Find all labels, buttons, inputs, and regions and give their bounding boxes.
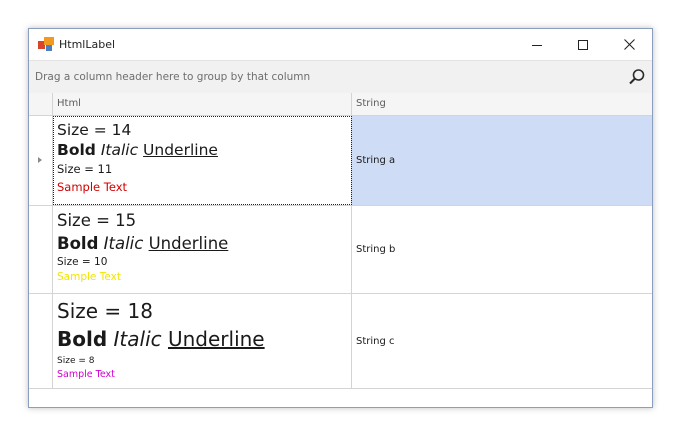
italic-text: Italic (113, 327, 162, 351)
table-row[interactable]: Size = 15 Bold Italic Underline Size = 1… (29, 206, 652, 294)
sample-text: Sample Text (57, 180, 128, 194)
small-size-line: Size = 10 (57, 256, 108, 268)
html-cell[interactable]: Size = 14 Bold Italic Underline Size = 1… (53, 116, 352, 205)
sample-text: Sample Text (57, 369, 115, 380)
string-cell[interactable]: String b (352, 206, 652, 293)
column-header-html[interactable]: Html (53, 93, 352, 115)
window-title: HtmlLabel (59, 38, 116, 51)
html-cell[interactable]: Size = 18 Bold Italic Underline Size = 8… (53, 294, 352, 388)
search-icon (629, 69, 645, 85)
maximize-icon (578, 39, 588, 50)
row-indicator[interactable] (29, 206, 53, 293)
bold-text: Bold (57, 327, 108, 351)
underline-text: Underline (148, 234, 229, 253)
small-size-line: Size = 11 (57, 162, 113, 176)
small-size-line: Size = 8 (57, 356, 95, 366)
grid-view[interactable]: Html String Size = 14 Bold Italic Underl… (29, 93, 652, 389)
app-window: HtmlLabel Drag a column header here to g… (28, 28, 653, 408)
underline-text: Underline (167, 327, 265, 351)
find-panel-button[interactable] (628, 68, 646, 86)
string-cell[interactable]: String a (352, 116, 652, 205)
close-button[interactable] (606, 29, 652, 60)
table-row[interactable]: Size = 14 Bold Italic Underline Size = 1… (29, 116, 652, 206)
title-bar[interactable]: HtmlLabel (29, 29, 652, 60)
current-row-arrow-icon (38, 157, 42, 163)
string-cell[interactable]: String c (352, 294, 652, 388)
column-header-string[interactable]: String (352, 93, 652, 115)
bold-text: Bold (57, 141, 96, 159)
minimize-button[interactable] (514, 29, 560, 60)
row-indicator-header[interactable] (29, 93, 53, 115)
italic-text: Italic (100, 141, 139, 159)
minimize-icon (532, 44, 542, 46)
sample-text: Sample Text (57, 271, 121, 283)
bold-text: Bold (57, 234, 99, 253)
close-icon (623, 39, 635, 50)
group-panel[interactable]: Drag a column header here to group by th… (29, 60, 652, 94)
row-indicator[interactable] (29, 294, 53, 388)
underline-text: Underline (143, 141, 218, 159)
column-header-row: Html String (29, 93, 652, 116)
html-cell[interactable]: Size = 15 Bold Italic Underline Size = 1… (53, 206, 352, 293)
maximize-button[interactable] (560, 29, 606, 60)
row-indicator[interactable] (29, 116, 53, 205)
table-row[interactable]: Size = 18 Bold Italic Underline Size = 8… (29, 294, 652, 389)
size-line: Size = 18 (57, 299, 153, 323)
app-logo-icon (38, 37, 55, 52)
size-line: Size = 14 (57, 121, 132, 139)
italic-text: Italic (103, 234, 144, 253)
size-line: Size = 15 (57, 211, 137, 230)
group-panel-hint: Drag a column header here to group by th… (35, 71, 311, 83)
